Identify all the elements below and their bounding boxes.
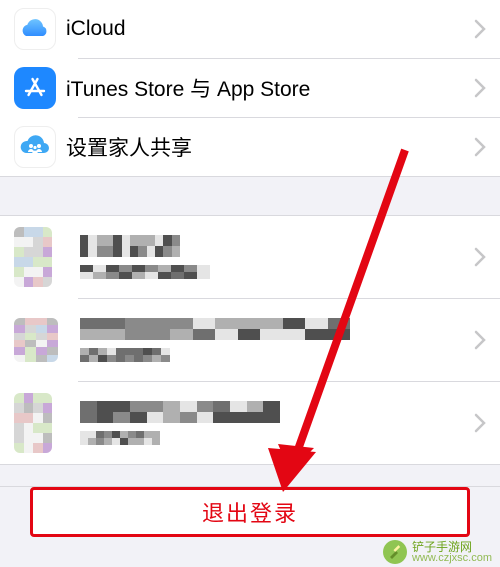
watermark: 铲子手游网 www.czjxsc.com	[382, 539, 492, 565]
device-thumbnail	[14, 318, 66, 362]
chevron-right-icon	[474, 330, 486, 350]
device-row[interactable]	[0, 216, 500, 298]
watermark-brand: 铲子手游网	[412, 541, 492, 553]
device-subtitle-obscured	[80, 348, 170, 362]
sign-out-label: 退出登录	[202, 496, 298, 528]
chevron-right-icon	[474, 19, 486, 39]
menu-item-appstore[interactable]: iTunes Store 与 App Store	[0, 59, 500, 117]
device-row[interactable]	[0, 299, 500, 381]
device-name-obscured	[80, 401, 280, 423]
chevron-right-icon	[474, 137, 486, 157]
sign-out-section: 退出登录	[0, 487, 500, 537]
device-subtitle-obscured	[80, 431, 160, 445]
shovel-icon	[382, 539, 408, 565]
devices-group	[0, 215, 500, 465]
watermark-site: www.czjxsc.com	[412, 553, 492, 564]
device-subtitle-obscured	[80, 265, 210, 279]
settings-menu-group: iCloud iTunes Store 与 App Store 设置家人共享	[0, 0, 500, 177]
device-text	[80, 401, 280, 445]
sign-out-button[interactable]: 退出登录	[30, 487, 470, 537]
menu-item-label: iTunes Store 与 App Store	[66, 73, 310, 103]
device-name-obscured	[80, 318, 350, 340]
appstore-icon	[14, 67, 66, 109]
chevron-right-icon	[474, 78, 486, 98]
section-gap	[0, 177, 500, 215]
icloud-icon	[14, 8, 66, 50]
device-text	[80, 235, 210, 279]
menu-item-family-sharing[interactable]: 设置家人共享	[0, 118, 500, 176]
menu-item-label: 设置家人共享	[66, 132, 192, 162]
device-name-obscured	[80, 235, 180, 257]
divider	[0, 464, 500, 465]
chevron-right-icon	[474, 413, 486, 433]
menu-item-label: iCloud	[66, 17, 126, 41]
family-icon	[14, 126, 66, 168]
device-row[interactable]	[0, 382, 500, 464]
divider	[0, 486, 500, 487]
chevron-right-icon	[474, 247, 486, 267]
menu-item-icloud[interactable]: iCloud	[0, 0, 500, 58]
device-text	[80, 318, 350, 362]
device-thumbnail	[14, 227, 66, 287]
device-thumbnail	[14, 393, 66, 453]
